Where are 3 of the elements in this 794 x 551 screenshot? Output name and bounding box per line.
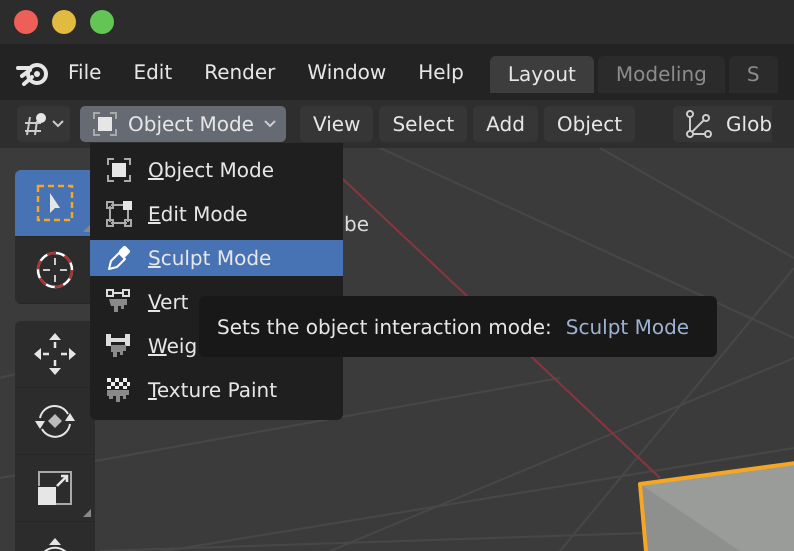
viewport-info-text: be	[344, 212, 369, 236]
tooltip-value: Sculpt Mode	[566, 314, 690, 338]
tooltip-text: Sets the object interaction mode:	[217, 314, 552, 338]
